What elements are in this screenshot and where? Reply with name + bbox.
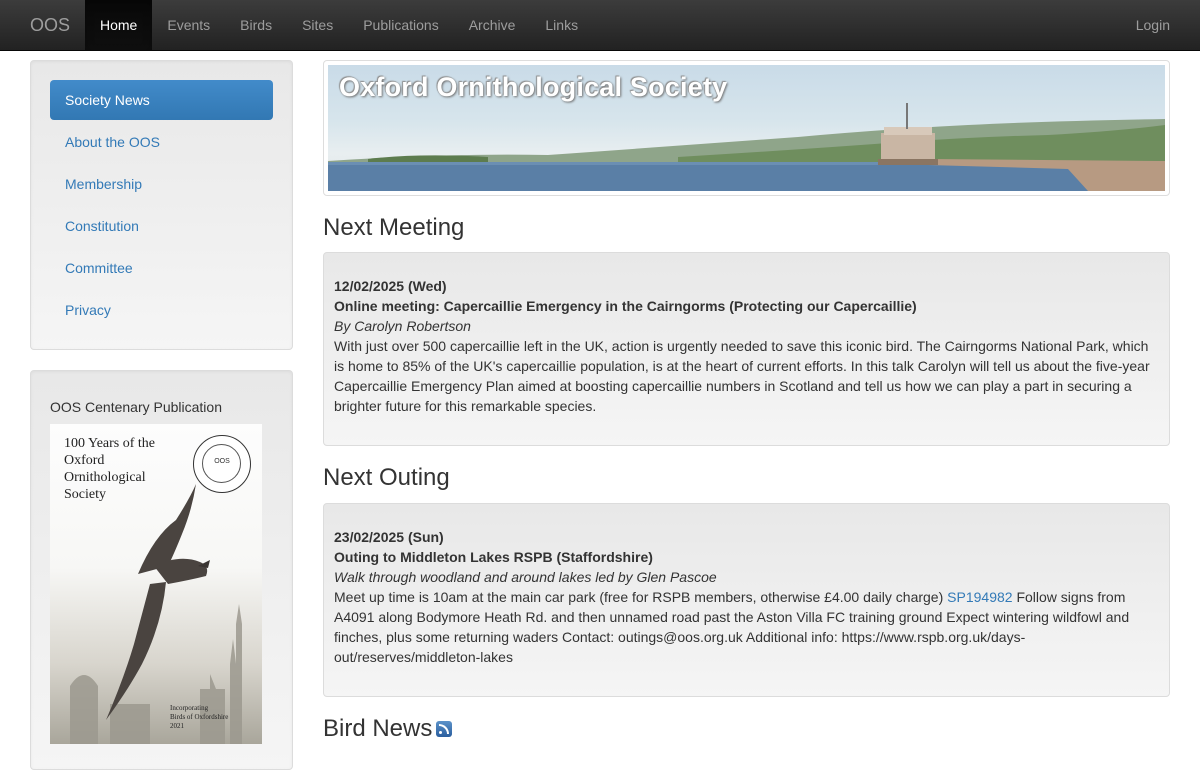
- site-title: Oxford Ornithological Society: [339, 72, 728, 102]
- publication-panel: OOS Centenary Publication 100 Years of t…: [30, 370, 293, 770]
- meeting-speaker: By Carolyn Robertson: [334, 318, 471, 334]
- book-footer-line: 2021: [170, 722, 184, 730]
- nav-item-events[interactable]: Events: [152, 0, 225, 50]
- sidebar-nav: Society News About the OOS Membership Co…: [30, 60, 293, 350]
- outing-date: 23/02/2025 (Sun): [334, 529, 444, 545]
- sidebar-item-about[interactable]: About the OOS: [50, 122, 273, 162]
- meeting-date: 12/02/2025 (Wed): [334, 278, 447, 294]
- nav-item-publications[interactable]: Publications: [348, 0, 454, 50]
- book-title: 100 Years of the Oxford Ornithological S…: [64, 435, 184, 503]
- bird-news-title: Bird News: [323, 715, 433, 742]
- meeting-description: With just over 500 capercaillie left in …: [334, 338, 1150, 414]
- sidebar-item-committee[interactable]: Committee: [50, 248, 273, 288]
- nav-item-birds[interactable]: Birds: [225, 0, 287, 50]
- bird-news-heading: Bird News: [323, 715, 453, 743]
- book-title-line: Society: [64, 487, 106, 502]
- next-outing-heading: Next Outing: [323, 464, 450, 491]
- outing-text-part: Meet up time is 10am at the main car par…: [334, 589, 948, 605]
- nav-item-links[interactable]: Links: [530, 0, 593, 50]
- meeting-title: Online meeting: Capercaillie Emergency i…: [334, 298, 917, 314]
- book-cover-image[interactable]: 100 Years of the Oxford Ornithological S…: [50, 424, 262, 744]
- sidebar-item-privacy[interactable]: Privacy: [50, 290, 273, 330]
- outing-description: Meet up time is 10am at the main car par…: [334, 587, 1159, 667]
- sidebar-item-constitution[interactable]: Constitution: [50, 206, 273, 246]
- main-nav: Home Events Birds Sites Publications Arc…: [85, 0, 593, 50]
- nav-item-sites[interactable]: Sites: [287, 0, 348, 50]
- sidebar-item-society-news[interactable]: Society News: [50, 80, 273, 120]
- book-title-line: 100 Years of the: [64, 436, 155, 451]
- header-banner: Oxford Ornithological Society: [323, 60, 1170, 196]
- book-title-line: Ornithological: [64, 470, 146, 485]
- brand-link[interactable]: OOS: [0, 0, 85, 50]
- society-seal-icon: OOS: [193, 435, 251, 493]
- sidebar-item-membership[interactable]: Membership: [50, 164, 273, 204]
- reservoir-photo: Oxford Ornithological Society: [328, 65, 1165, 191]
- publication-heading: OOS Centenary Publication: [50, 399, 222, 415]
- outing-title: Outing to Middleton Lakes RSPB (Stafford…: [334, 549, 653, 565]
- top-navbar: OOS Home Events Birds Sites Publications…: [0, 0, 1200, 51]
- next-outing-panel: 23/02/2025 (Sun) Outing to Middleton Lak…: [323, 503, 1170, 697]
- nav-item-archive[interactable]: Archive: [454, 0, 531, 50]
- next-meeting-heading: Next Meeting: [323, 214, 465, 241]
- next-meeting-panel: 12/02/2025 (Wed) Online meeting: Caperca…: [323, 252, 1170, 446]
- rss-feed-icon[interactable]: [436, 721, 453, 737]
- login-link[interactable]: Login: [1136, 0, 1170, 50]
- grid-ref-link[interactable]: SP194982: [947, 589, 1012, 605]
- book-footer: Incorporating Birds of Oxfordshire 2021: [170, 704, 250, 731]
- book-footer-line: Birds of Oxfordshire: [170, 713, 229, 721]
- nav-item-home[interactable]: Home: [85, 0, 153, 50]
- seal-text: OOS: [214, 458, 230, 465]
- book-title-line: Oxford: [64, 453, 105, 468]
- outing-leader: Walk through woodland and around lakes l…: [334, 569, 717, 585]
- book-footer-line: Incorporating: [170, 704, 209, 712]
